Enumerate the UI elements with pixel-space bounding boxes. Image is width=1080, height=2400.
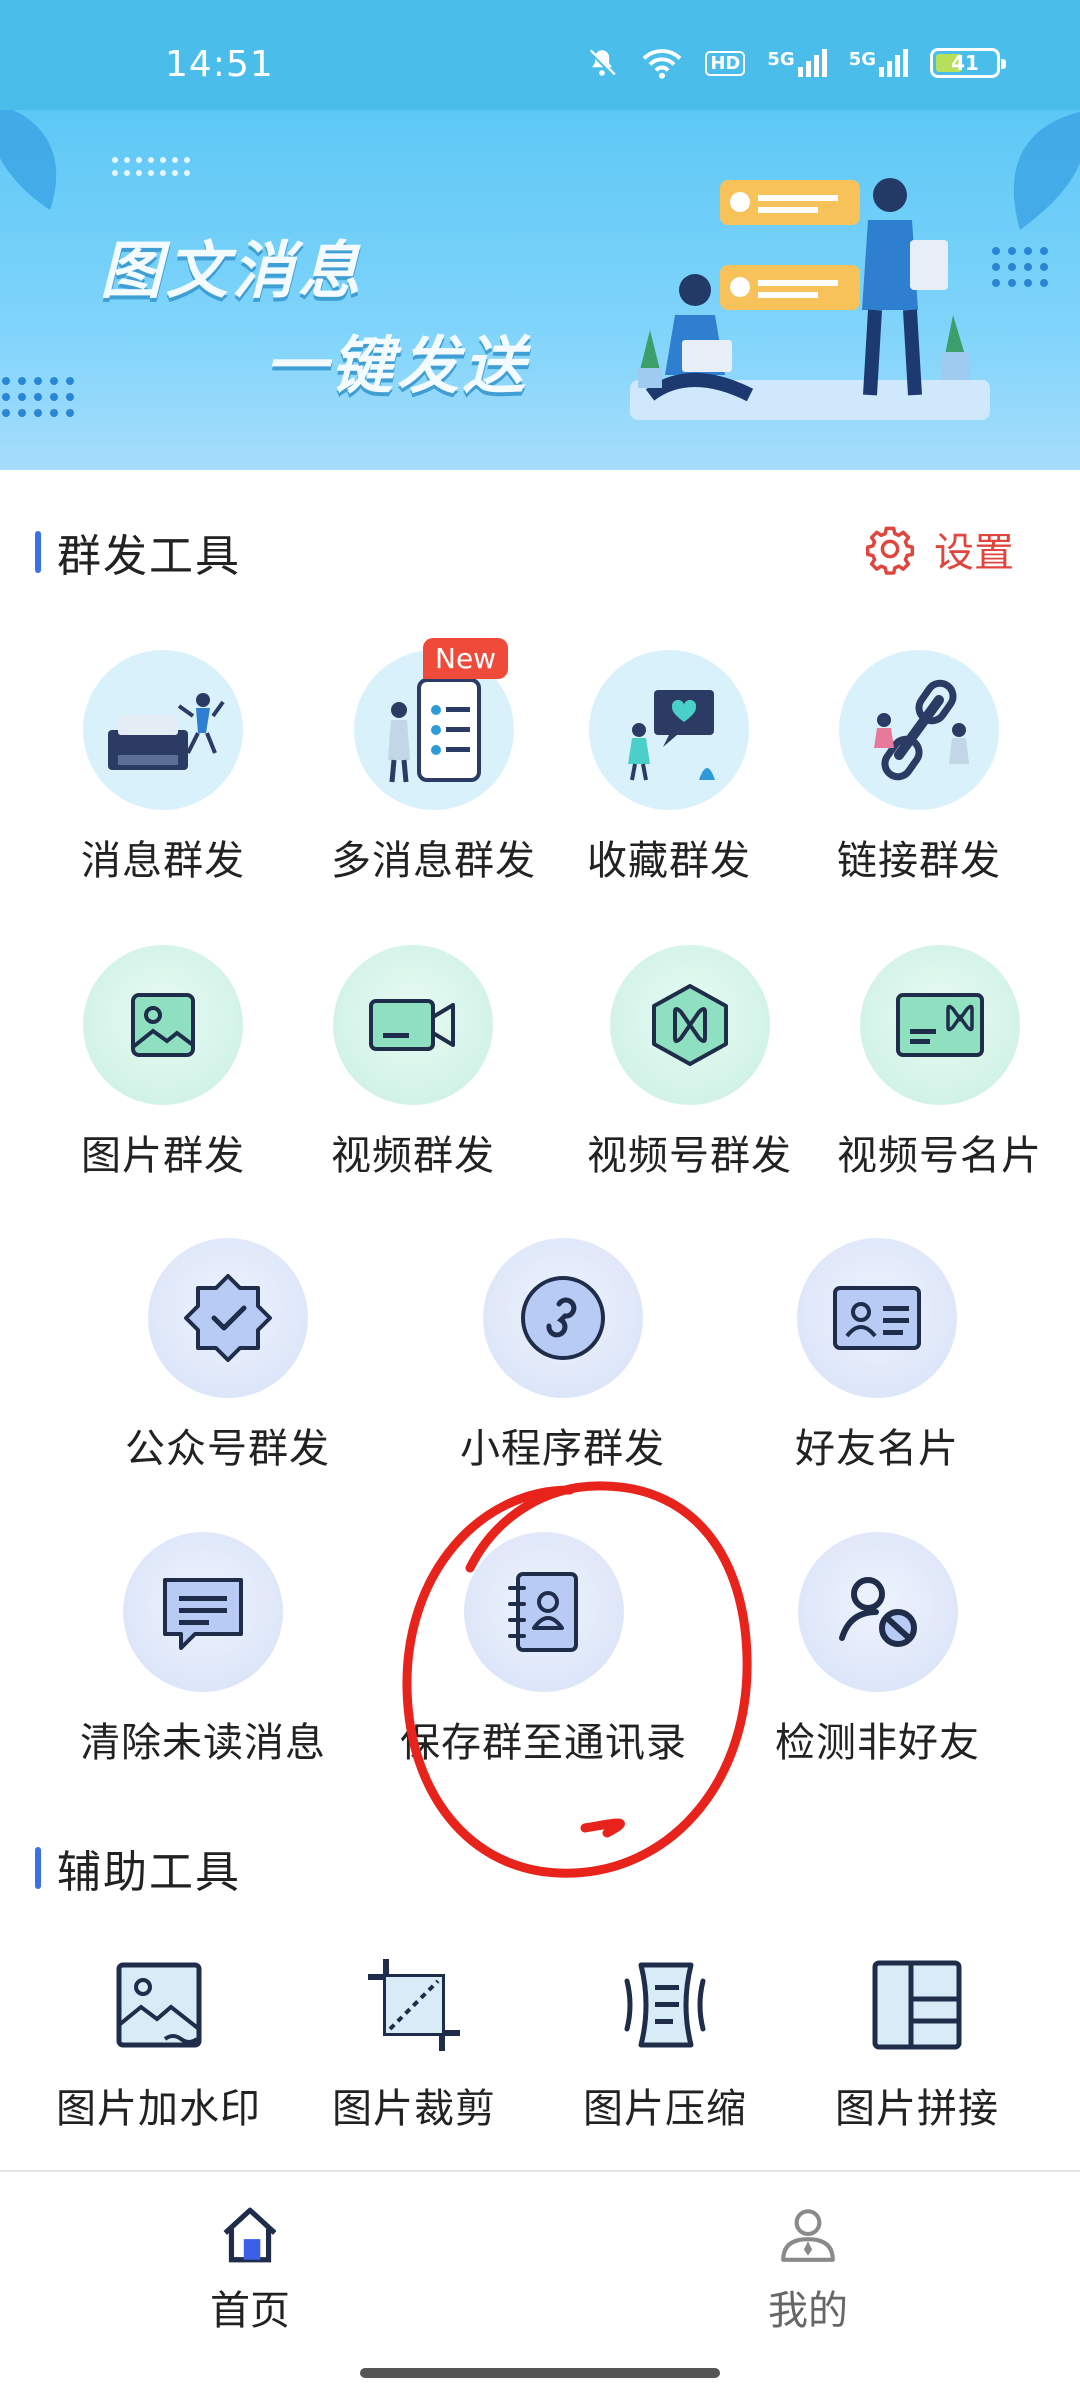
5g-signal-icon: 5G bbox=[767, 49, 827, 77]
tool-label: 图片拼接 bbox=[835, 2086, 999, 2132]
dots-decoration bbox=[112, 157, 190, 176]
message-broadcast-icon bbox=[83, 650, 243, 810]
image-icon bbox=[83, 945, 243, 1105]
tool-detect-non-friends[interactable]: 检测非好友 bbox=[775, 1532, 980, 1768]
tool-channels-card[interactable]: 视频号名片 bbox=[837, 945, 1042, 1181]
tool-channels-broadcast[interactable]: 视频号群发 bbox=[587, 945, 792, 1181]
nav-label-mine: 我的 bbox=[768, 2288, 848, 2334]
link-icon bbox=[839, 650, 999, 810]
tool-message-broadcast[interactable]: 消息群发 bbox=[81, 650, 245, 886]
tool-image-watermark[interactable]: 图片加水印 bbox=[56, 1950, 261, 2134]
tool-label: 清除未读消息 bbox=[80, 1720, 326, 1766]
watermark-icon bbox=[104, 1950, 214, 2060]
home-icon bbox=[223, 2207, 277, 2263]
status-bar: 14:51 HD 5G 5G 41 bbox=[0, 0, 1080, 110]
section-title-group-send: 群发工具 bbox=[35, 520, 241, 584]
tool-image-crop[interactable]: 图片裁剪 bbox=[332, 1950, 496, 2134]
settings-label: 设置 bbox=[934, 530, 1014, 576]
home-indicator bbox=[360, 2368, 720, 2378]
tool-image-broadcast[interactable]: 图片群发 bbox=[81, 945, 245, 1181]
tool-label: 视频号群发 bbox=[587, 1133, 792, 1179]
nav-label-home: 首页 bbox=[210, 2288, 290, 2334]
tool-label: 图片压缩 bbox=[583, 2086, 747, 2132]
tool-favorites-broadcast[interactable]: 收藏群发 bbox=[587, 650, 751, 886]
people-messaging-illustration bbox=[630, 178, 990, 420]
tool-label: 多消息群发 bbox=[331, 838, 536, 884]
wifi-icon bbox=[642, 49, 682, 79]
tool-label: 链接群发 bbox=[837, 838, 1001, 884]
tool-video-broadcast[interactable]: 视频群发 bbox=[331, 945, 495, 1181]
user-blocked-icon bbox=[797, 1532, 958, 1692]
leaf-decoration bbox=[0, 110, 57, 210]
tool-label: 视频群发 bbox=[331, 1133, 495, 1179]
banner-subheadline: 一键发送 bbox=[265, 329, 530, 402]
tool-friend-card[interactable]: 好友名片 bbox=[795, 1238, 959, 1474]
tool-image-stitch[interactable]: 图片拼接 bbox=[835, 1950, 999, 2134]
battery-level: 41 bbox=[951, 51, 979, 75]
collage-icon bbox=[862, 1950, 972, 2060]
contact-card-icon bbox=[797, 1238, 957, 1398]
mini-program-icon bbox=[482, 1238, 643, 1398]
tool-clear-unread[interactable]: 清除未读消息 bbox=[80, 1532, 326, 1768]
5g-signal-icon: 5G bbox=[849, 49, 908, 77]
dots-decoration bbox=[2, 377, 74, 417]
channels-icon bbox=[609, 945, 770, 1105]
crop-icon bbox=[359, 1950, 469, 2060]
section-title-text: 辅助工具 bbox=[57, 1847, 241, 1898]
tool-link-broadcast[interactable]: 链接群发 bbox=[837, 650, 1001, 886]
status-icons: HD 5G 5G 41 bbox=[585, 46, 1006, 80]
settings-button[interactable]: 设置 bbox=[864, 520, 1014, 578]
channels-card-icon bbox=[859, 945, 1020, 1105]
annotation-circle bbox=[402, 1481, 752, 1878]
nav-home[interactable]: 首页 bbox=[210, 2202, 290, 2336]
tool-label: 公众号群发 bbox=[125, 1426, 330, 1472]
tool-label: 小程序群发 bbox=[460, 1426, 665, 1472]
tool-label: 消息群发 bbox=[81, 838, 245, 884]
hd-icon: HD bbox=[705, 50, 746, 76]
status-time: 14:51 bbox=[165, 44, 274, 85]
tool-label: 检测非好友 bbox=[775, 1720, 980, 1766]
tool-label: 好友名片 bbox=[795, 1426, 959, 1472]
compress-icon bbox=[610, 1950, 720, 2060]
tool-label: 图片裁剪 bbox=[332, 2086, 496, 2132]
banner-headline: 图文消息 bbox=[100, 234, 365, 307]
battery-icon: 41 bbox=[930, 48, 1006, 78]
promo-banner[interactable]: 图文消息 一键发送 bbox=[0, 110, 1080, 470]
favorites-icon bbox=[589, 650, 749, 810]
user-icon bbox=[781, 2209, 835, 2262]
gear-icon bbox=[865, 526, 915, 575]
tool-label: 收藏群发 bbox=[587, 838, 751, 884]
message-bubble-icon bbox=[123, 1532, 283, 1692]
tool-multi-message-broadcast[interactable]: New 多消息群发 bbox=[331, 638, 536, 886]
tool-label: 图片加水印 bbox=[56, 2086, 261, 2132]
section-title-text: 群发工具 bbox=[57, 531, 241, 582]
bottom-nav: 首页 我的 bbox=[0, 2170, 1080, 2400]
tool-image-compress[interactable]: 图片压缩 bbox=[583, 1950, 747, 2134]
verified-badge-icon bbox=[147, 1238, 308, 1398]
tool-label: 图片群发 bbox=[81, 1133, 245, 1179]
tool-label: 视频号名片 bbox=[837, 1133, 1042, 1179]
mute-icon bbox=[588, 48, 617, 78]
new-badge: New bbox=[423, 638, 509, 679]
nav-mine[interactable]: 我的 bbox=[768, 2202, 848, 2336]
section-accent-bar bbox=[35, 531, 41, 573]
section-accent-bar bbox=[35, 1847, 41, 1889]
section-title-aux-tools: 辅助工具 bbox=[35, 1836, 241, 1900]
tool-mini-program-broadcast[interactable]: 小程序群发 bbox=[460, 1238, 665, 1474]
video-icon bbox=[333, 945, 493, 1105]
tool-official-account-broadcast[interactable]: 公众号群发 bbox=[125, 1238, 330, 1474]
